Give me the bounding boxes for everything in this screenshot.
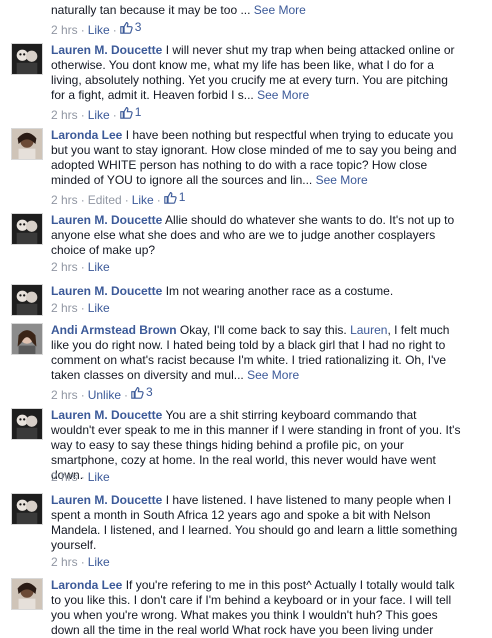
- avatar[interactable]: [11, 578, 43, 610]
- comment-author[interactable]: Lauren M. Doucette: [51, 408, 162, 422]
- avatar[interactable]: [11, 493, 43, 525]
- thumbs-up-icon: [119, 107, 133, 119]
- like-count-value: 1: [134, 105, 142, 119]
- comment-meta: 2 hrs · Like · 1: [51, 105, 142, 122]
- like-count[interactable]: 3: [119, 20, 142, 35]
- comment-author[interactable]: Lauren M. Doucette: [51, 213, 162, 227]
- like-button[interactable]: Like: [88, 108, 110, 122]
- comment-author[interactable]: Laronda Lee: [51, 578, 122, 592]
- thumbs-up-icon: [119, 22, 133, 34]
- unlike-button[interactable]: Unlike: [88, 388, 121, 402]
- like-button[interactable]: Like: [88, 555, 110, 569]
- see-more-link[interactable]: See More: [247, 368, 299, 382]
- comment-author[interactable]: Lauren M. Doucette: [51, 284, 162, 298]
- like-count[interactable]: 1: [163, 190, 186, 205]
- comment-author[interactable]: Lauren M. Doucette: [51, 493, 162, 507]
- see-more-link[interactable]: See More: [257, 88, 309, 102]
- timestamp[interactable]: 2 hrs: [51, 108, 78, 122]
- timestamp[interactable]: 2 hrs: [51, 388, 78, 402]
- avatar[interactable]: [11, 128, 43, 160]
- edited-label[interactable]: Edited: [88, 193, 122, 207]
- comment-meta: 2 hrs · Edited · Like · 1: [51, 190, 186, 207]
- like-button[interactable]: Like: [88, 260, 110, 274]
- like-count-value: 1: [178, 190, 186, 204]
- avatar[interactable]: [11, 323, 43, 355]
- like-button[interactable]: Like: [132, 193, 154, 207]
- timestamp[interactable]: 2 hrs: [51, 555, 78, 569]
- avatar[interactable]: [11, 213, 43, 245]
- like-count[interactable]: 3: [131, 385, 153, 400]
- comment-author[interactable]: Andi Armstead Brown: [51, 323, 177, 337]
- timestamp[interactable]: 2 hrs: [51, 23, 78, 37]
- comment-text: Lauren M. Doucette Allie should do whate…: [51, 213, 461, 258]
- mention-link[interactable]: Lauren: [350, 323, 387, 337]
- thumbs-up-icon: [163, 192, 177, 204]
- avatar[interactable]: [11, 43, 43, 75]
- see-more-link[interactable]: See More: [254, 3, 306, 17]
- comment-author[interactable]: Lauren M. Doucette: [51, 43, 162, 57]
- comment-text: Laronda Lee If you're refering to me in …: [51, 578, 461, 638]
- comment-body: Im not wearing another race as a costume…: [165, 284, 394, 298]
- like-count-value: 3: [146, 385, 153, 399]
- see-more-link[interactable]: See More: [316, 173, 368, 187]
- timestamp[interactable]: 2 hrs: [51, 193, 78, 207]
- comment-text: Lauren M. Doucette I will never shut my …: [51, 43, 461, 103]
- timestamp[interactable]: 2 hrs: [51, 301, 78, 315]
- like-button[interactable]: Like: [88, 470, 110, 484]
- timestamp[interactable]: 2 hrs: [51, 470, 78, 484]
- thumbs-up-icon: [131, 387, 144, 399]
- comment-meta: 2 hrs · Like · 3: [51, 20, 142, 37]
- comment-text: Laronda Lee I have been nothing but resp…: [51, 128, 461, 188]
- like-count-value: 3: [134, 20, 142, 34]
- comment-body: Okay, I'll come back to say this.: [179, 323, 347, 337]
- comment-meta: 2 hrs · Like: [51, 260, 110, 274]
- like-count[interactable]: 1: [119, 105, 142, 120]
- timestamp[interactable]: 2 hrs: [51, 260, 78, 274]
- comment-meta: 2 hrs · Like: [51, 470, 110, 484]
- avatar[interactable]: [11, 284, 43, 316]
- comment-meta: 2 hrs · Unlike · 3: [51, 385, 153, 402]
- like-button[interactable]: Like: [88, 301, 110, 315]
- like-button[interactable]: Like: [88, 23, 110, 37]
- comment-text: Lauren M. Doucette You are a shit stirri…: [51, 408, 461, 483]
- comment-text: Lauren M. Doucette I have listened. I ha…: [51, 493, 461, 553]
- comment-text: Lauren M. Doucette Im not wearing anothe…: [51, 284, 461, 299]
- comment-meta: 2 hrs · Like: [51, 301, 110, 315]
- comment-meta: 2 hrs · Like: [51, 555, 110, 569]
- comment-text: Andi Armstead Brown Okay, I'll come back…: [51, 323, 461, 383]
- comment-text: naturally tan because it may be too ... …: [51, 3, 461, 18]
- comment-body: naturally tan because it may be too ...: [51, 3, 251, 17]
- comment-author[interactable]: Laronda Lee: [51, 128, 122, 142]
- avatar[interactable]: [11, 408, 43, 440]
